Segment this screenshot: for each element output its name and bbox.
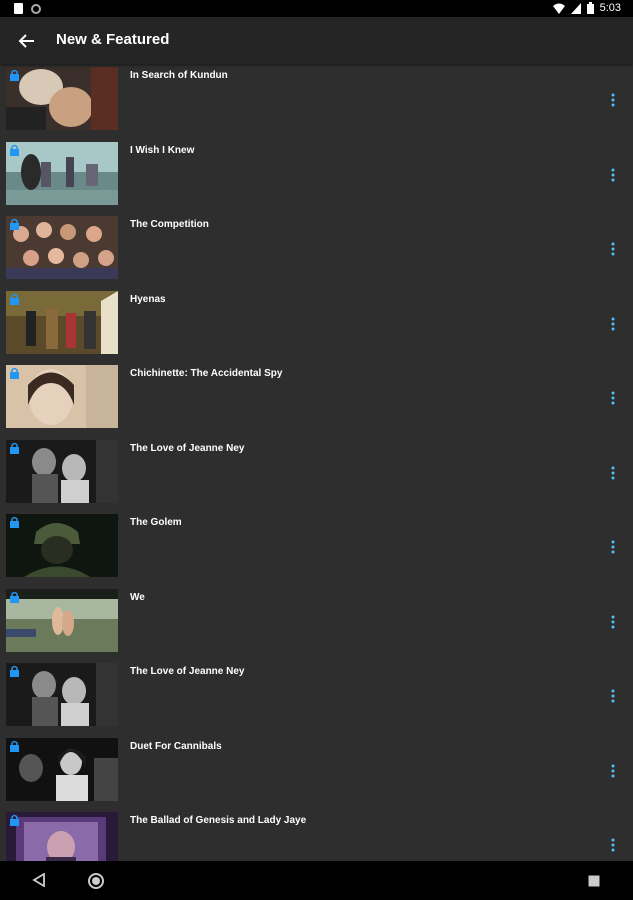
film-title: The Golem: [130, 517, 182, 528]
film-thumbnail[interactable]: [6, 514, 118, 577]
lock-icon: [10, 814, 19, 826]
film-list-item[interactable]: The Love of Jeanne Ney: [0, 437, 633, 512]
lock-icon: [10, 144, 19, 156]
film-thumbnail[interactable]: [6, 365, 118, 428]
lock-icon: [10, 740, 19, 752]
battery-icon: [586, 2, 594, 14]
status-right: 5:03: [552, 2, 621, 14]
film-title: The Ballad of Genesis and Lady Jaye: [130, 815, 307, 826]
status-left: [14, 3, 41, 14]
film-title: I Wish I Knew: [130, 144, 195, 156]
nav-home-icon[interactable]: [87, 872, 105, 890]
film-title: Duet For Cannibals: [130, 740, 222, 752]
page-title: New & Featured: [56, 31, 170, 48]
lock-icon: [10, 293, 19, 305]
film-thumbnail[interactable]: [6, 67, 118, 130]
more-vert-icon[interactable]: [606, 539, 620, 555]
notification-icon: [14, 3, 23, 14]
film-list-item[interactable]: We: [0, 586, 633, 661]
film-title: Hyenas: [130, 293, 166, 305]
film-thumbnail[interactable]: [6, 290, 118, 354]
film-title: The Competition: [130, 219, 209, 230]
more-vert-icon[interactable]: [606, 241, 620, 257]
film-list-item[interactable]: In Search of Kundun: [0, 64, 633, 139]
app-bar: New & Featured: [0, 17, 633, 64]
lock-icon: [10, 665, 19, 677]
lock-icon: [10, 516, 19, 528]
wifi-icon: [552, 3, 565, 14]
film-title: In Search of Kundun: [130, 70, 228, 81]
film-list-item[interactable]: The Golem: [0, 511, 633, 586]
film-list-item[interactable]: Hyenas: [0, 288, 633, 363]
more-vert-icon[interactable]: [606, 688, 620, 704]
film-title: We: [130, 591, 145, 603]
more-vert-icon[interactable]: [606, 837, 620, 853]
film-thumbnail[interactable]: [6, 439, 118, 503]
film-thumbnail[interactable]: [6, 737, 118, 801]
film-thumbnail[interactable]: [6, 663, 118, 726]
lock-icon: [10, 218, 19, 230]
status-bar: 5:03: [0, 0, 633, 17]
more-vert-icon[interactable]: [606, 390, 620, 406]
more-vert-icon[interactable]: [606, 465, 620, 481]
signal-icon: [570, 2, 581, 14]
film-thumbnail[interactable]: [6, 216, 118, 279]
lock-icon: [10, 591, 19, 603]
status-time: 5:03: [599, 2, 621, 14]
system-nav-bar: [0, 861, 633, 900]
more-vert-icon[interactable]: [606, 92, 620, 108]
more-vert-icon[interactable]: [606, 167, 620, 183]
nav-back-icon[interactable]: [32, 873, 46, 887]
film-list-item[interactable]: Duet For Cannibals: [0, 735, 633, 810]
film-thumbnail[interactable]: [6, 588, 118, 652]
nav-recents-icon[interactable]: [588, 875, 600, 887]
lock-icon: [10, 69, 19, 81]
film-title: The Love of Jeanne Ney: [130, 442, 245, 454]
film-list-item[interactable]: The Love of Jeanne Ney: [0, 660, 633, 735]
film-thumbnail[interactable]: [6, 812, 118, 861]
film-title: Chichinette: The Accidental Spy: [130, 368, 283, 379]
film-list-item[interactable]: The Ballad of Genesis and Lady Jaye: [0, 809, 633, 861]
lock-icon: [10, 442, 19, 454]
arrow-back-icon[interactable]: [16, 30, 38, 52]
lock-icon: [10, 367, 19, 379]
sync-icon: [31, 3, 41, 14]
film-list-item[interactable]: The Competition: [0, 213, 633, 288]
film-list-item[interactable]: I Wish I Knew: [0, 139, 633, 214]
more-vert-icon[interactable]: [606, 763, 620, 779]
film-title: The Love of Jeanne Ney: [130, 666, 245, 677]
film-list: In Search of Kundun I Wish I Knew The Co…: [0, 64, 633, 861]
more-vert-icon[interactable]: [606, 316, 620, 332]
film-thumbnail[interactable]: [6, 141, 118, 205]
more-vert-icon[interactable]: [606, 614, 620, 630]
film-list-item[interactable]: Chichinette: The Accidental Spy: [0, 362, 633, 437]
